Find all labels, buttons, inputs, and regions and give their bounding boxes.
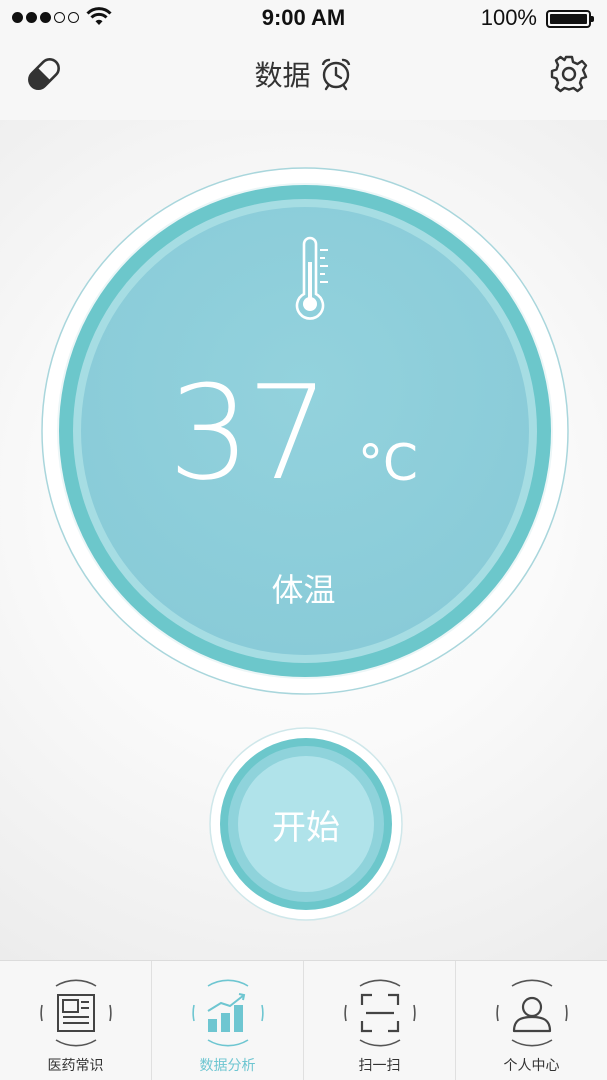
page-title: 数据 [254,59,311,92]
tab-scan[interactable]: 扫一扫 [304,961,456,1080]
tab-data-analysis[interactable]: 数据分析 [152,961,304,1080]
scan-icon [343,979,416,1047]
status-bar: 9:00 AM 100% [0,0,607,36]
tab-label: 医药常识 [47,1058,104,1074]
tab-label: 扫一扫 [358,1058,401,1074]
bar-chart-icon [191,979,264,1047]
thermometer-icon [295,236,328,320]
temperature-value: 37 [168,357,329,509]
battery-icon [546,10,594,28]
temperature-unit: °C [358,434,418,492]
battery-percentage: 100% [480,5,537,30]
start-button[interactable]: 开始 [238,756,374,892]
temperature-label: 体温 [271,571,336,609]
nav-title-group: 数据 [0,54,607,94]
alarm-clock-icon [321,58,350,91]
user-icon [495,979,568,1047]
nav-bar: 数据 [0,36,607,120]
main-content: 37 °C 体温 开始 [0,120,607,960]
gear-icon[interactable] [549,54,589,94]
tab-personal-center[interactable]: 个人中心 [456,961,607,1080]
tab-bar: 医药常识 数据分析 扫一扫 个人中心 [0,960,607,1080]
tab-label: 数据分析 [199,1058,256,1074]
tab-medical-knowledge[interactable]: 医药常识 [0,961,152,1080]
news-icon [39,979,112,1047]
tab-label: 个人中心 [503,1058,560,1074]
